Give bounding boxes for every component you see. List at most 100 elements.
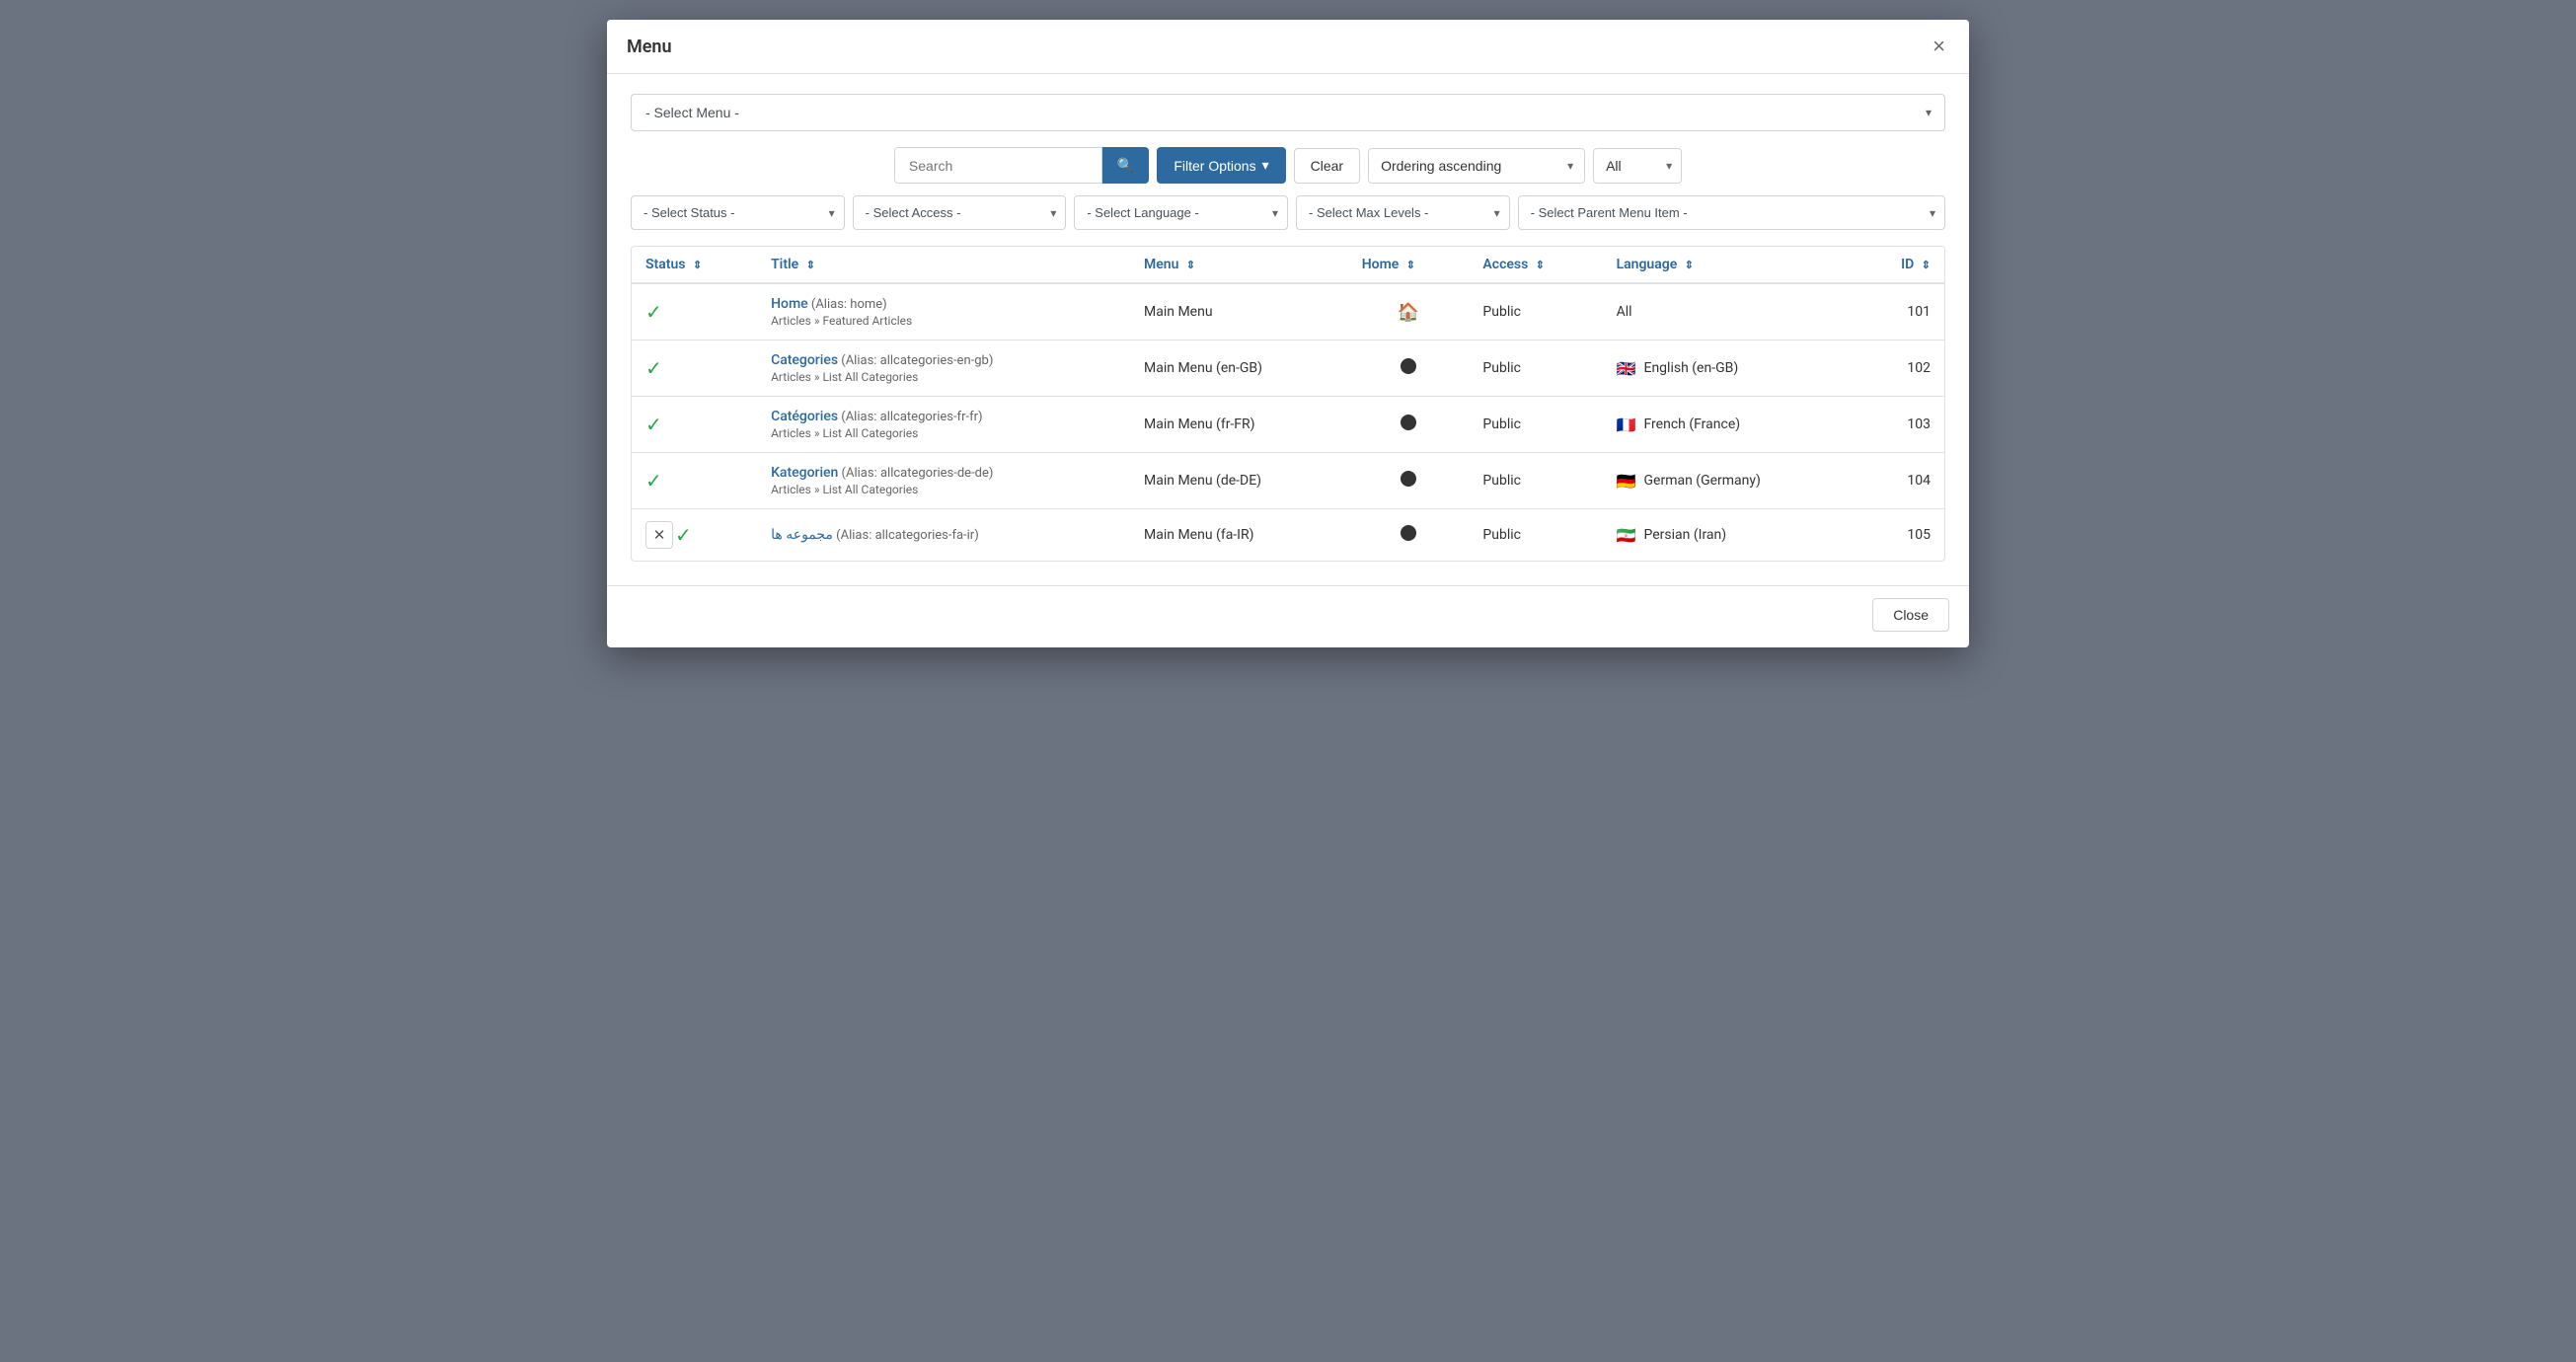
td-home (1348, 340, 1470, 397)
td-access: Public (1469, 509, 1602, 562)
menu-table-wrapper: Status ⇕ Title ⇕ Menu ⇕ (631, 246, 1945, 562)
ordering-dropdown[interactable]: Ordering ascending (1368, 148, 1585, 184)
td-menu: Main Menu (en-GB) (1130, 340, 1348, 397)
parent-menu-filter-dropdown[interactable]: - Select Parent Menu Item - (1518, 195, 1945, 230)
home-circle-icon (1401, 358, 1416, 374)
flag-icon: 🇩🇪 (1617, 472, 1636, 491)
th-language-label: Language (1617, 257, 1678, 272)
status-check-icon[interactable]: ✓ (675, 523, 692, 547)
language-label: Persian (Iran) (1643, 527, 1726, 543)
th-title-sort-icon: ⇕ (806, 259, 815, 271)
menu-modal: Menu × - Select Menu - ▾ 🔍 (607, 20, 1969, 647)
td-title: Categories (Alias: allcategories-en-gb) A… (757, 340, 1130, 397)
th-id-label: ID (1901, 257, 1914, 272)
th-access[interactable]: Access ⇕ (1469, 247, 1602, 283)
th-status[interactable]: Status ⇕ (632, 247, 757, 283)
th-home[interactable]: Home ⇕ (1348, 247, 1470, 283)
td-status: ✓ (632, 283, 757, 340)
home-house-icon: 🏠 (1398, 302, 1419, 323)
language-label: English (en-GB) (1643, 360, 1738, 376)
title-alias: (Alias: allcategories-en-gb) (838, 353, 993, 368)
td-home: 🏠 (1348, 283, 1470, 340)
title-link[interactable]: Catégories (771, 409, 838, 424)
title-alias: (Alias: home) (808, 297, 887, 312)
table-row: ✓ Kategorien (Alias: allcategories-de-de)… (632, 453, 1944, 509)
th-status-label: Status (645, 257, 685, 272)
td-menu: Main Menu (fa-IR) (1130, 509, 1348, 562)
status-check-icon[interactable]: ✓ (645, 413, 662, 436)
filter-row: - Select Status - ▾ - Select Access - ▾ … (631, 195, 1945, 230)
th-home-sort-icon: ⇕ (1406, 259, 1415, 271)
modal-header: Menu × (607, 20, 1969, 74)
th-id-sort-icon: ⇕ (1922, 259, 1931, 271)
th-menu-sort-icon: ⇕ (1186, 259, 1195, 271)
search-group: 🔍 (894, 147, 1149, 184)
th-id[interactable]: ID ⇕ (1859, 247, 1944, 283)
th-home-label: Home (1362, 257, 1400, 272)
th-title[interactable]: Title ⇕ (757, 247, 1130, 283)
td-id: 105 (1859, 509, 1944, 562)
title-alias: (Alias: allcategories-fa-ir) (833, 528, 979, 543)
modal-body: - Select Menu - ▾ 🔍 Filter Options ▾ C (607, 74, 1969, 585)
language-label: German (Germany) (1643, 473, 1760, 489)
parent-menu-filter-wrapper: - Select Parent Menu Item - ▾ (1518, 195, 1945, 230)
title-link[interactable]: Home (771, 296, 808, 312)
status-check-icon[interactable]: ✓ (645, 469, 662, 492)
td-language: 🇮🇷 Persian (Iran) (1603, 509, 1859, 562)
language-filter-dropdown[interactable]: - Select Language - (1074, 195, 1288, 230)
th-menu[interactable]: Menu ⇕ (1130, 247, 1348, 283)
td-status: ✓ (632, 453, 757, 509)
th-access-sort-icon: ⇕ (1536, 259, 1545, 271)
title-sub: Articles » List All Categories (771, 426, 1116, 440)
td-home (1348, 453, 1470, 509)
status-check-icon[interactable]: ✓ (645, 300, 662, 324)
td-title: مجموعه ها (Alias: allcategories-fa-ir) (757, 509, 1130, 562)
title-link[interactable]: مجموعه ها (771, 527, 833, 543)
td-status: ✕✓ (632, 509, 757, 562)
th-menu-label: Menu (1144, 257, 1178, 272)
search-button[interactable]: 🔍 (1102, 147, 1149, 184)
td-title: Catégories (Alias: allcategories-fr-fr) A… (757, 397, 1130, 453)
flag-icon: 🇮🇷 (1617, 526, 1636, 545)
close-button[interactable]: Close (1872, 598, 1949, 632)
td-access: Public (1469, 397, 1602, 453)
search-filter-row: 🔍 Filter Options ▾ Clear Ordering ascend… (631, 147, 1945, 184)
title-alias: (Alias: allcategories-fr-fr) (838, 410, 983, 424)
title-link[interactable]: Kategorien (771, 465, 838, 481)
table-row: ✓Home (Alias: home)Articles » Featured A… (632, 283, 1944, 340)
modal-close-button[interactable]: × (1929, 36, 1949, 57)
all-dropdown[interactable]: All (1593, 148, 1682, 184)
status-filter-dropdown[interactable]: - Select Status - (631, 195, 845, 230)
select-menu-dropdown[interactable]: - Select Menu - (631, 94, 1945, 131)
modal-overlay: Menu × - Select Menu - ▾ 🔍 (607, 20, 1969, 647)
td-menu: Main Menu (1130, 283, 1348, 340)
title-link[interactable]: Categories (771, 352, 838, 368)
clear-button[interactable]: Clear (1294, 148, 1360, 184)
filter-options-button[interactable]: Filter Options ▾ (1157, 147, 1285, 184)
language-label: All (1617, 304, 1632, 320)
table-row: ✓ Catégories (Alias: allcategories-fr-fr)… (632, 397, 1944, 453)
th-language[interactable]: Language ⇕ (1603, 247, 1859, 283)
max-levels-filter-dropdown[interactable]: - Select Max Levels - (1296, 195, 1510, 230)
language-label: French (France) (1643, 416, 1740, 432)
search-icon: 🔍 (1117, 157, 1134, 174)
access-filter-dropdown[interactable]: - Select Access - (853, 195, 1067, 230)
select-menu-row: - Select Menu - ▾ (631, 94, 1945, 131)
modal-title: Menu (627, 37, 672, 57)
td-id: 101 (1859, 283, 1944, 340)
td-access: Public (1469, 283, 1602, 340)
td-home (1348, 509, 1470, 562)
th-language-sort-icon: ⇕ (1685, 259, 1694, 271)
status-check-icon[interactable]: ✓ (645, 356, 662, 380)
ordering-dropdown-wrapper: Ordering ascending ▾ (1368, 148, 1585, 184)
flag-icon: 🇫🇷 (1617, 416, 1636, 434)
xmark-icon[interactable]: ✕ (645, 521, 673, 549)
language-filter-wrapper: - Select Language - ▾ (1074, 195, 1288, 230)
search-input[interactable] (894, 147, 1102, 184)
td-language: All (1603, 283, 1859, 340)
td-status: ✓ (632, 397, 757, 453)
title-sub: Articles » List All Categories (771, 370, 1116, 384)
td-title: Kategorien (Alias: allcategories-de-de)A… (757, 453, 1130, 509)
status-filter-wrapper: - Select Status - ▾ (631, 195, 845, 230)
td-menu: Main Menu (fr-FR) (1130, 397, 1348, 453)
